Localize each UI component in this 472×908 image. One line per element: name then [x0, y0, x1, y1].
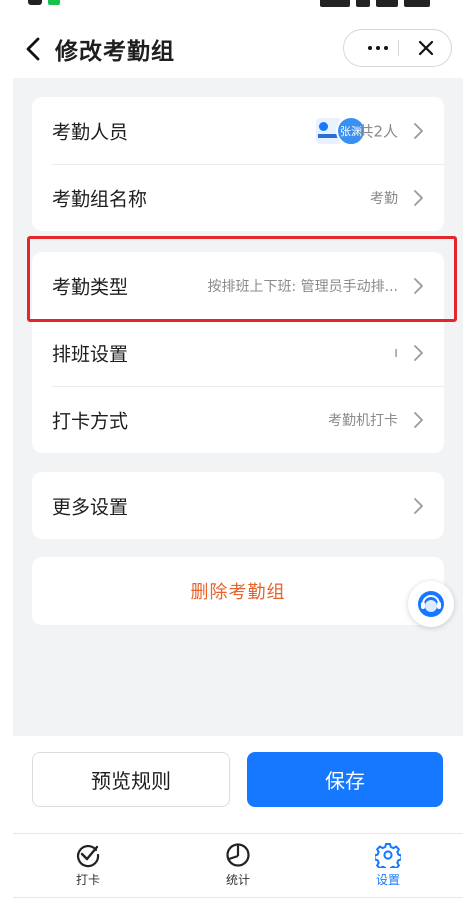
capsule-divider — [398, 40, 399, 56]
row-shift-settings[interactable]: 排班设置 ı — [32, 319, 444, 386]
status-icons-right — [314, 0, 444, 7]
row-punch-method[interactable]: 打卡方式 考勤机打卡 — [32, 386, 444, 453]
wechat-status-icon — [48, 0, 60, 5]
tab-punch[interactable]: 打卡 — [43, 842, 133, 894]
row-value: ı — [394, 344, 398, 361]
chevron-right-icon — [414, 122, 423, 139]
preview-rules-button[interactable]: 预览规则 — [32, 752, 230, 807]
back-button[interactable] — [22, 36, 46, 62]
chevron-right-icon — [414, 277, 423, 294]
page-title: 修改考勤组 — [55, 39, 175, 65]
close-button[interactable] — [406, 30, 446, 66]
mini-program-capsule — [343, 29, 452, 67]
basic-info-card: 考勤人员 张渊 共2人 考勤组名称 考勤 — [32, 97, 444, 231]
row-label: 考勤组名称 — [52, 188, 148, 210]
chevron-right-icon — [414, 344, 423, 361]
row-value: 考勤 — [370, 190, 398, 207]
customer-service-button[interactable] — [408, 581, 454, 627]
status-bar — [0, 0, 472, 10]
row-label: 更多设置 — [52, 496, 129, 518]
bottom-tab-bar: 打卡 统计 设置 — [13, 833, 463, 897]
tab-label: 设置 — [375, 873, 400, 887]
row-group-name[interactable]: 考勤组名称 考勤 — [32, 164, 444, 231]
delete-group-button[interactable]: 删除考勤组 — [32, 557, 444, 625]
gear-icon — [375, 843, 401, 868]
customer-service-icon — [418, 591, 444, 617]
more-button[interactable] — [358, 30, 398, 66]
chevron-right-icon — [414, 411, 423, 428]
row-label: 打卡方式 — [52, 410, 129, 432]
tab-label: 统计 — [225, 873, 250, 887]
row-label: 排班设置 — [52, 343, 129, 365]
row-label: 考勤人员 — [52, 121, 129, 143]
rules-card: 考勤类型 按排班上下班: 管理员手动排... 排班设置 ı 打卡方式 考勤机打卡 — [32, 252, 444, 453]
member-count: 共2人 — [358, 122, 398, 140]
row-attendance-type[interactable]: 考勤类型 按排班上下班: 管理员手动排... — [32, 252, 444, 319]
row-value: 按排班上下班: 管理员手动排... — [207, 278, 398, 295]
chevron-right-icon — [414, 189, 423, 206]
status-icons-left — [28, 0, 138, 5]
row-label: 考勤类型 — [52, 276, 129, 298]
chevron-left-icon — [26, 37, 40, 61]
pie-chart-icon — [226, 843, 250, 867]
bottom-divider — [13, 897, 463, 898]
tab-settings[interactable]: 设置 — [343, 842, 433, 894]
row-more-settings[interactable]: 更多设置 — [32, 472, 444, 539]
row-value: 考勤机打卡 — [328, 412, 398, 429]
more-dots-icon — [366, 46, 390, 50]
settings-content: 考勤人员 张渊 共2人 考勤组名称 考勤 考勤类型 按排班上下班: 管理员手动排… — [13, 78, 463, 736]
close-icon — [418, 40, 434, 56]
delete-label: 删除考勤组 — [190, 582, 286, 603]
chevron-right-icon — [414, 497, 423, 514]
check-circle-icon — [77, 845, 100, 868]
tab-label: 打卡 — [75, 873, 100, 887]
row-attendance-members[interactable]: 考勤人员 张渊 共2人 — [32, 97, 444, 164]
nav-header: 修改考勤组 — [0, 20, 472, 78]
tab-statistics[interactable]: 统计 — [193, 842, 283, 894]
save-button[interactable]: 保存 — [247, 752, 443, 807]
more-settings-card: 更多设置 — [32, 472, 444, 539]
